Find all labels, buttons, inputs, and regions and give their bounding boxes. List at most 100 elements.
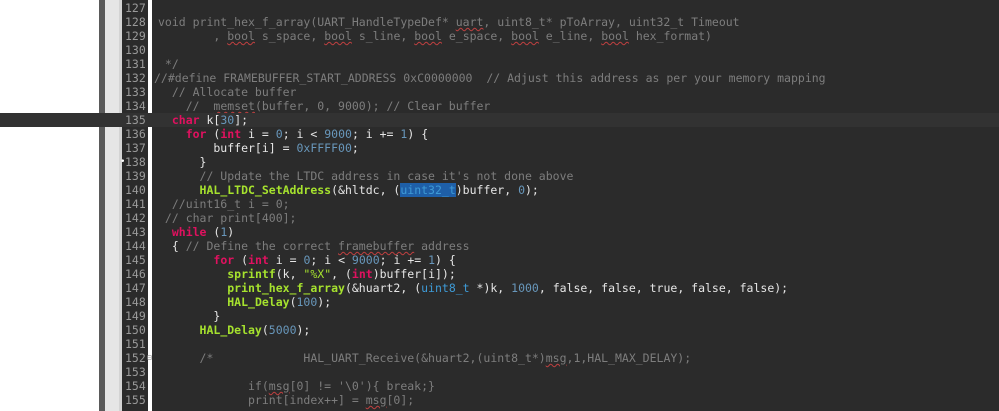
code-token: //uint16_t i = 0; (158, 197, 290, 211)
line-number: 127 (125, 1, 146, 15)
code-text[interactable]: // char print[400]; (158, 211, 297, 225)
code-line[interactable]: 135 char k[30]; (0, 113, 999, 127)
code-line[interactable]: 133 // Allocate buffer (0, 85, 999, 99)
code-line[interactable]: 150 HAL_Delay(5000); (0, 323, 999, 337)
code-text[interactable]: char k[30]; (158, 113, 248, 127)
code-token: 1 (428, 253, 436, 267)
code-line[interactable]: 136 for (int i = 0; i < 9000; i += 1) { (0, 127, 999, 141)
code-line[interactable]: 154 if(msg[0] != '\0'){ break;} (0, 379, 999, 393)
code-token: ); (525, 183, 539, 197)
change-marker-icon: • (120, 157, 126, 167)
code-token: ; i < (310, 253, 352, 267)
code-token: e_line, (538, 29, 602, 43)
code-text[interactable]: */ (158, 57, 179, 71)
code-text[interactable]: HAL_Delay(5000); (158, 323, 311, 337)
code-token: if( (158, 379, 269, 393)
code-token: , uint8_t* pToArray, uint32_t Timeout (483, 15, 740, 29)
code-token: 5000 (268, 323, 297, 337)
code-text[interactable]: HAL_Delay(100); (158, 295, 331, 309)
code-text[interactable]: // Update the LTDC address in case it's … (158, 169, 574, 183)
code-token: bool (414, 29, 442, 43)
code-line[interactable]: 144 { // Define the correct framebuffer … (0, 239, 999, 253)
code-text[interactable]: } (158, 155, 207, 169)
code-token: */ (158, 57, 179, 71)
code-line[interactable]: 134 // memset(buffer, 0, 9000); // Clear… (0, 99, 999, 113)
line-number: 140 (125, 183, 146, 197)
code-line[interactable]: 146 sprintf(k, "%X", (int)buffer[i]); (0, 267, 999, 281)
line-number: 130 (125, 43, 146, 57)
code-token: framebuffer (338, 239, 415, 253)
code-token: )buffer, (455, 183, 519, 197)
code-text[interactable]: while (1) (158, 225, 234, 239)
code-token: int (351, 267, 373, 281)
code-token: bool (601, 29, 629, 43)
code-line[interactable]: 140 HAL_LTDC_SetAddress(&hltdc, (uint32_… (0, 183, 999, 197)
code-text[interactable]: if(msg[0] != '\0'){ break;} (158, 379, 435, 393)
code-line[interactable]: 155 print[index++] = msg[0]; (0, 393, 999, 407)
code-token: int (248, 253, 269, 267)
code-text[interactable]: //#define FRAMEBUFFER_START_ADDRESS 0xC0… (154, 71, 826, 85)
code-line[interactable]: 131 */ (0, 57, 999, 71)
code-text[interactable]: buffer[i] = 0xFFFF00; (158, 141, 358, 155)
code-text[interactable]: } (158, 309, 220, 323)
code-text[interactable]: //uint16_t i = 0; (158, 197, 290, 211)
code-token: hex_format) (628, 29, 712, 43)
code-text[interactable]: // memset(buffer, 0, 9000); // Clear buf… (158, 99, 491, 113)
code-line[interactable]: 142 // char print[400]; (0, 211, 999, 225)
code-text[interactable]: , bool s_space, bool s_line, bool e_spac… (158, 29, 712, 43)
code-line[interactable]: 148 HAL_Delay(100); (0, 295, 999, 309)
code-token: // char print[400]; (158, 211, 297, 225)
fold-toggle-icon[interactable]: ⊟ (147, 351, 152, 365)
code-text[interactable]: void print_hex_f_array(UART_HandleTypeDe… (158, 15, 740, 29)
code-token: s_space, (254, 29, 325, 43)
code-token: ); (317, 295, 332, 309)
line-number: 132 (125, 71, 146, 85)
code-line[interactable]: 129 , bool s_space, bool s_line, bool e_… (0, 29, 999, 43)
code-line[interactable]: 152 ⊟ /* HAL_UART_Receive(&huart2,(uint8_… (0, 351, 999, 365)
code-token: print[index++] = (158, 393, 366, 407)
code-token: bool (511, 29, 539, 43)
code-line[interactable]: 137 buffer[i] = 0xFFFF00; (0, 141, 999, 155)
code-line[interactable]: 132 //#define FRAMEBUFFER_START_ADDRESS 0… (0, 71, 999, 85)
code-text[interactable]: print[index++] = msg[0]; (158, 393, 414, 407)
line-number: 136 (125, 127, 146, 141)
code-token: ; i < (282, 127, 325, 141)
code-text[interactable]: { // Define the correct framebuffer addr… (158, 239, 470, 253)
code-text[interactable]: HAL_LTDC_SetAddress(&hltdc, (uint32_t)bu… (158, 183, 539, 197)
code-token: bool (324, 29, 352, 43)
code-text[interactable]: /* HAL_UART_Receive(&huart2,(uint8_t*)ms… (158, 351, 692, 365)
code-line[interactable]: 153 (0, 365, 999, 379)
code-token: 0 (275, 127, 283, 141)
code-token: 9000 (324, 127, 352, 141)
code-line[interactable]: 151 (0, 337, 999, 351)
code-line[interactable]: 128 void print_hex_f_array(UART_HandleTyp… (0, 15, 999, 29)
code-line[interactable]: 139 // Update the LTDC address in case i… (0, 169, 999, 183)
line-number: 139 (125, 169, 146, 183)
code-token: int (220, 127, 242, 141)
code-line[interactable]: 127 (0, 1, 999, 15)
code-line[interactable]: 145 for (int i = 0; i < 9000; i += 1) { (0, 253, 999, 267)
code-text[interactable]: // Allocate buffer (158, 85, 297, 99)
code-token: k[ (199, 113, 221, 127)
code-token: // (158, 99, 214, 113)
code-token: ( (206, 127, 221, 141)
code-text[interactable]: sprintf(k, "%X", (int)buffer[i]); (158, 267, 456, 281)
code-line[interactable]: 141 //uint16_t i = 0; (0, 197, 999, 211)
code-token: msg (545, 351, 567, 365)
code-line[interactable]: 149 } (0, 309, 999, 323)
code-text[interactable]: print_hex_f_array(&huart2, (uint8_t *)k,… (158, 281, 788, 295)
code-token: print_hex_f_array (227, 281, 345, 295)
code-token: /* HAL_UART_Receive(&huart2,(uint8_t*) (158, 351, 546, 365)
code-token: // Allocate buffer (158, 85, 297, 99)
code-line[interactable]: 143 while (1) (0, 225, 999, 239)
code-token: uart (455, 15, 484, 29)
code-text[interactable]: for (int i = 0; i < 9000; i += 1) { (158, 253, 455, 267)
code-line[interactable]: 147 print_hex_f_array(&huart2, (uint8_t … (0, 281, 999, 295)
code-token: memset (213, 99, 255, 113)
code-text[interactable]: for (int i = 0; i < 9000; i += 1) { (158, 127, 428, 141)
code-line[interactable]: 130 (0, 43, 999, 57)
code-token: bool (227, 29, 255, 43)
code-line[interactable]: 138 • } (0, 155, 999, 169)
